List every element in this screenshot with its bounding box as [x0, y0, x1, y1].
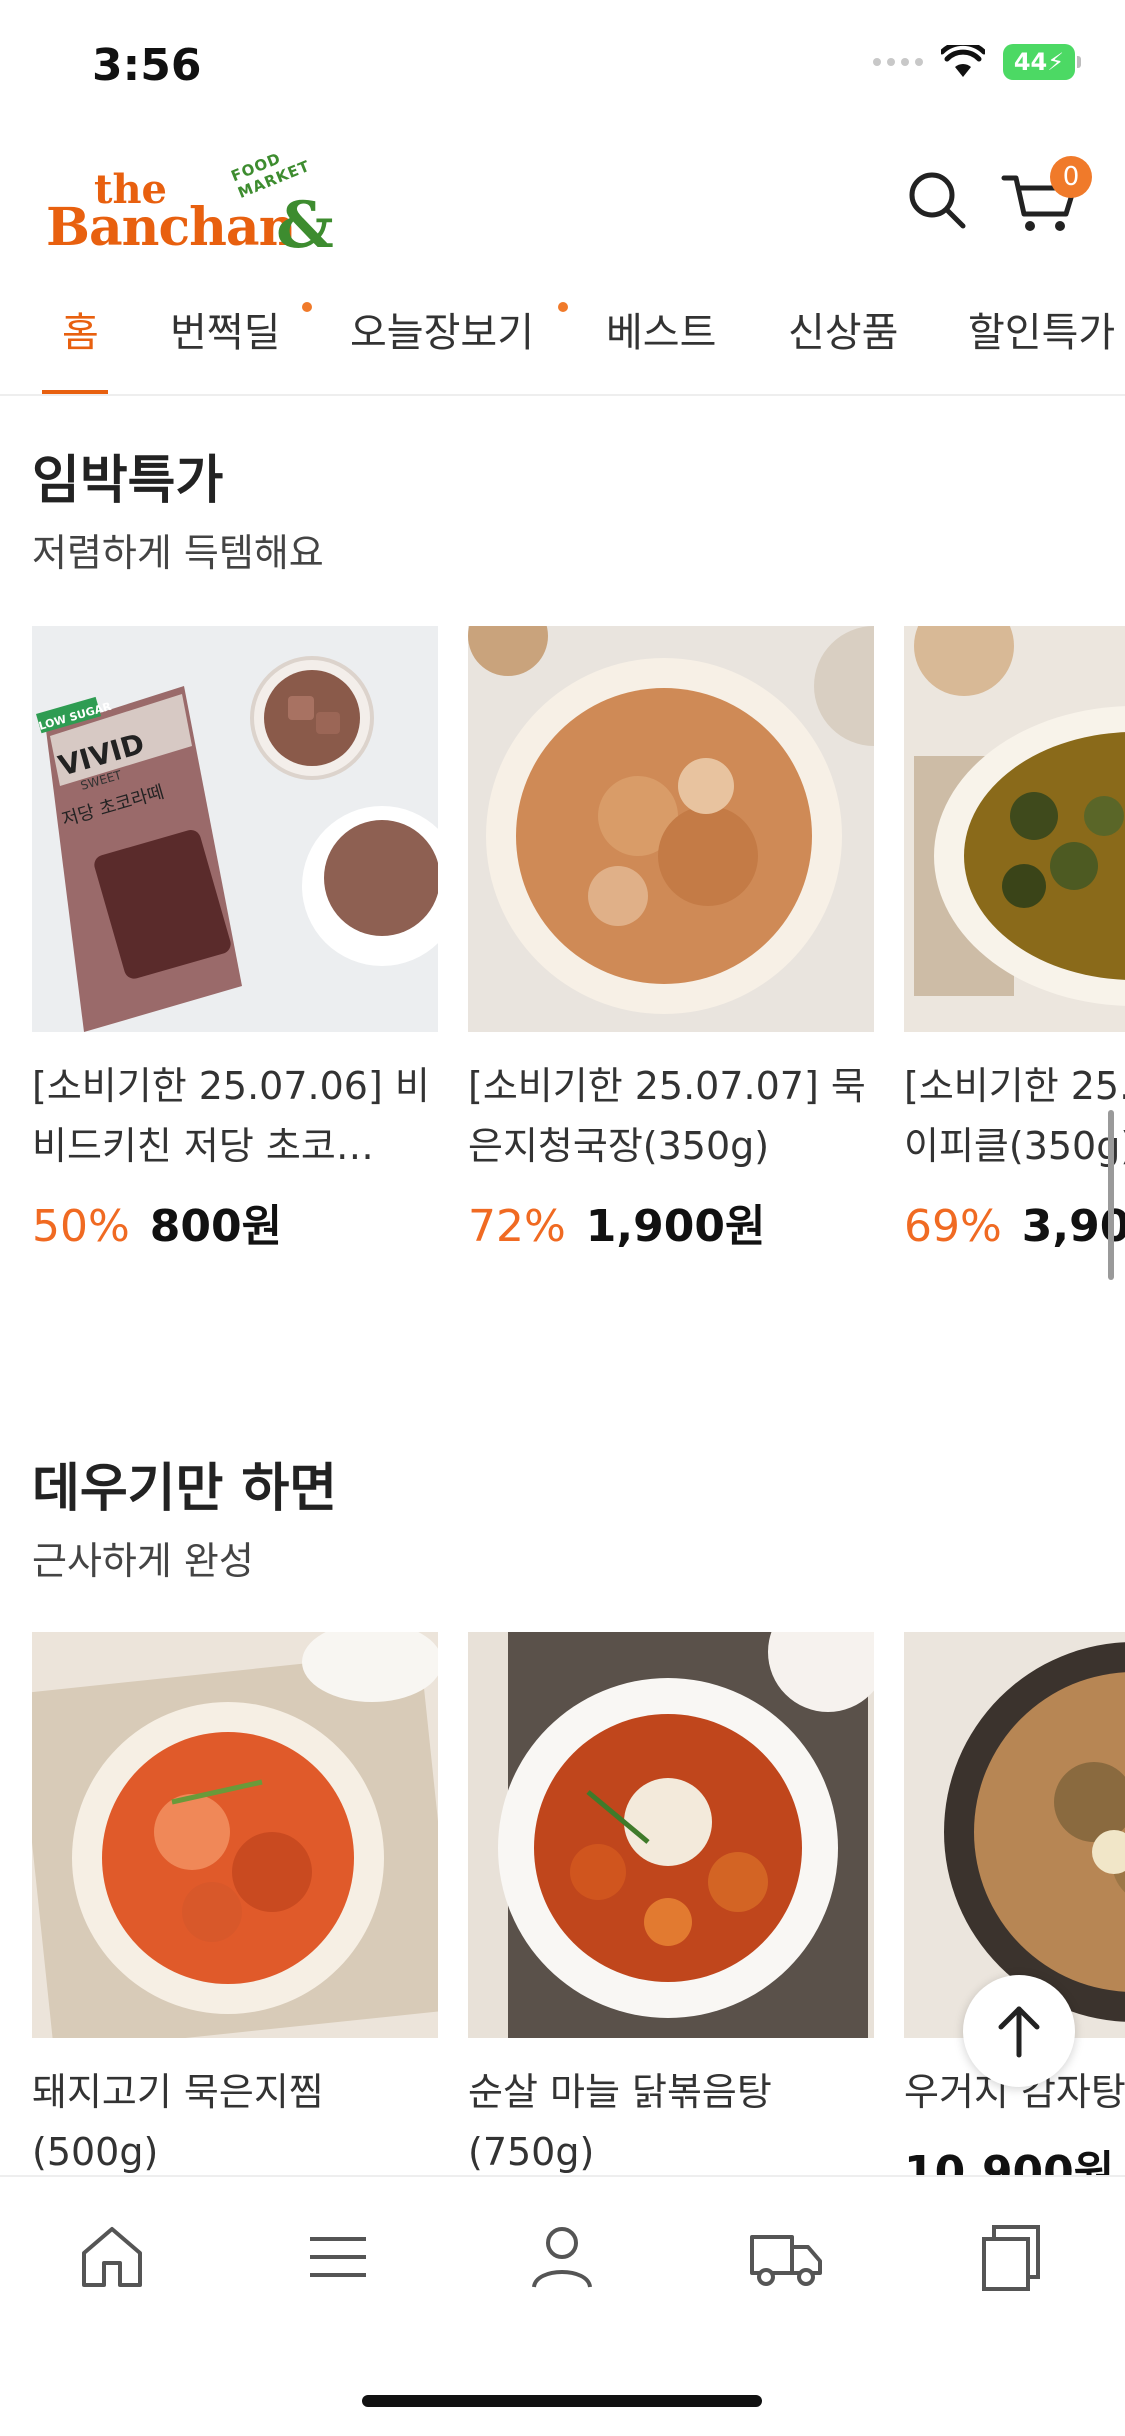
tab-flash-deal[interactable]: 번쩍딜	[170, 300, 280, 358]
main-content[interactable]: the Banchan & FOOD MARKET 0 홈 번쩍딜 오늘장보기 …	[0, 0, 1125, 2175]
discount-rate: 69%	[904, 1201, 1002, 1252]
section-subtitle-imminent-deals: 저렴하게 득템해요	[32, 531, 324, 575]
tab-new-products[interactable]: 신상품	[788, 300, 898, 358]
app-header: the Banchan & FOOD MARKET 0	[0, 140, 1125, 270]
brand-logo[interactable]: the Banchan & FOOD MARKET	[46, 149, 366, 263]
tab-today-market[interactable]: 오늘장보기	[350, 300, 534, 358]
tab-discount[interactable]: 할인특가	[968, 300, 1115, 358]
product-card[interactable]: 우거지 감자탕 10,900원	[904, 1632, 1125, 2175]
discount-rate: 72%	[468, 1201, 566, 1252]
home-indicator[interactable]	[362, 2395, 762, 2407]
product-name[interactable]: 돼지고기 묵은지찜 (500g)	[32, 2062, 438, 2175]
product-image[interactable]	[32, 1632, 438, 2038]
delivery-truck-icon[interactable]	[746, 2217, 826, 2297]
section-subtitle-heat-and-eat: 근사하게 완성	[32, 1539, 254, 1583]
product-name[interactable]: [소비기한 25.07.07] 묵은지청국장(350g)	[468, 1056, 874, 1176]
menu-icon[interactable]	[298, 2217, 378, 2297]
home-icon[interactable]	[72, 2217, 152, 2297]
product-image[interactable]	[468, 626, 874, 1032]
arrow-up-icon	[998, 2006, 1040, 2058]
sale-price: 1,900원	[585, 1201, 766, 1252]
tab-new-dot	[302, 302, 312, 312]
product-card[interactable]: [소비기한 25.07.07] 오이피클(350g) 69%3,900원	[904, 626, 1125, 1254]
product-name[interactable]: [소비기한 25.07.07] 오이피클(350g)	[904, 1056, 1125, 1176]
product-card[interactable]: 돼지고기 묵은지찜 (500g)	[32, 1632, 438, 2175]
product-image[interactable]: LOW SUGAR VIVID SWEET 저당 초코라떼	[32, 626, 438, 1032]
section-title-heat-and-eat: 데우기만 하면	[32, 1459, 338, 1519]
product-price-row: 69%3,900원	[904, 1190, 1125, 1254]
active-tab-indicator	[42, 390, 108, 394]
tab-best[interactable]: 베스트	[606, 300, 716, 358]
tab-new-dot	[558, 302, 568, 312]
section-title-imminent-deals: 임박특가	[32, 451, 224, 511]
logo-banchan: Banchan	[46, 197, 296, 258]
product-price-row: 10,900원	[904, 2136, 1125, 2175]
recent-items-icon[interactable]	[972, 2217, 1052, 2297]
category-tabs: 홈 번쩍딜 오늘장보기 베스트 신상품 할인특가	[0, 290, 1125, 396]
discount-rate: 50%	[32, 1201, 130, 1252]
product-card[interactable]: 순살 마늘 닭볶음탕 (750g)	[468, 1632, 874, 2175]
product-price-row: 50% 800원	[32, 1190, 438, 1254]
tab-home[interactable]: 홈	[62, 300, 99, 358]
horizontal-scrollbar[interactable]	[1108, 1110, 1114, 1280]
sale-price: 10,900원	[904, 2147, 1115, 2175]
product-image[interactable]	[468, 1632, 874, 2038]
product-name[interactable]: [소비기한 25.07.06] 비비드키친 저당 초코…	[32, 1056, 438, 1176]
product-card[interactable]: LOW SUGAR VIVID SWEET 저당 초코라떼 [소비기한 25.0…	[32, 626, 438, 1254]
product-image[interactable]	[904, 626, 1125, 1032]
product-price-row: 72% 1,900원	[468, 1190, 874, 1254]
product-card[interactable]: [소비기한 25.07.07] 묵은지청국장(350g) 72% 1,900원	[468, 626, 874, 1254]
product-name[interactable]: 순살 마늘 닭볶음탕 (750g)	[468, 2062, 874, 2175]
logo-ampersand: &	[276, 188, 334, 263]
user-icon[interactable]	[522, 2217, 602, 2297]
search-icon[interactable]	[905, 168, 969, 232]
sale-price: 800원	[149, 1201, 283, 1252]
scroll-to-top-button[interactable]	[963, 1975, 1075, 2087]
cart-count-badge: 0	[1050, 156, 1092, 198]
